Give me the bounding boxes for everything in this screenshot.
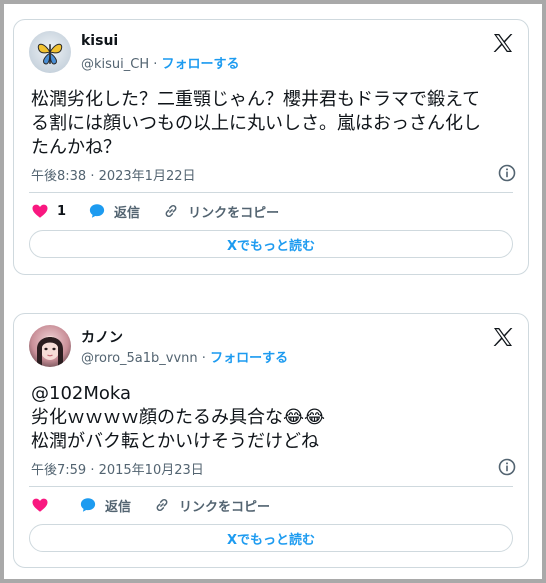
reply-label: 返信 [105,499,132,515]
tweet-card: kisui @kisui_CH · フォローする 松潤劣化した？二重顎じゃん？櫻… [13,19,529,275]
reply-bubble-icon [89,204,105,218]
reply-bubble-icon [80,498,96,512]
author-name[interactable]: kisui [81,33,118,49]
action-bar: 返信 リンクをコピー [31,494,511,516]
avatar[interactable] [29,31,71,73]
profile-photo [37,336,63,367]
avatar[interactable] [29,325,71,367]
tweet-text-line: 劣化ｗｗｗｗ顔のたるみ具合な😂😂 [31,407,326,428]
timestamp[interactable]: 午後7:59 · 2015年10月23日 [31,459,204,478]
copy-link-button[interactable]: リンクをコピー [153,496,270,515]
tweet-text-line: たんかね？ [31,137,121,158]
tweet-card: カノン @roro_5a1b_vvnn · フォローする @102Moka 劣化… [13,313,529,568]
reply-button[interactable]: 返信 [88,202,140,221]
x-logo-icon[interactable] [491,325,515,349]
divider [29,192,513,193]
info-icon[interactable] [497,457,517,477]
copy-link-button[interactable]: リンクをコピー [162,202,279,221]
author-handle[interactable]: @kisui_CH [81,57,149,72]
copy-link-label: リンクをコピー [179,499,271,515]
follow-button[interactable]: フォローする [210,351,288,366]
mention-link[interactable]: @102Moka [31,382,510,406]
tweet-text-line: 松潤劣化した？二重顎じゃん？櫻井君もドラマで鍛えて [31,89,481,110]
read-more-button[interactable]: Xでもっと読む [29,524,513,552]
copy-link-label: リンクをコピー [188,205,280,221]
reply-label: 返信 [114,205,141,221]
separator: · [201,351,206,366]
author-name[interactable]: カノン [81,327,123,347]
heart-icon [32,498,48,512]
reply-button[interactable]: 返信 [79,496,131,515]
like-button[interactable] [31,496,57,514]
butterfly-icon [37,43,63,65]
author-handle-line: @kisui_CH · フォローする [81,53,240,72]
timestamp[interactable]: 午後8:38 · 2023年1月22日 [31,165,196,184]
read-more-button[interactable]: Xでもっと読む [29,230,513,258]
heart-icon [32,204,48,218]
tweet-text: @102Moka 劣化ｗｗｗｗ顔のたるみ具合な😂😂 松潤がバク転とかいけそうだけ… [31,382,510,454]
author-handle-line: @roro_5a1b_vvnn · フォローする [81,347,288,366]
tweet-text: 松潤劣化した？二重顎じゃん？櫻井君もドラマで鍛えて る割には顔いつもの以上に丸い… [31,88,510,160]
tweet-text-line: 松潤がバク転とかいけそうだけどね [31,431,319,452]
like-count: 1 [57,203,67,219]
x-logo-icon[interactable] [491,31,515,55]
link-icon [156,499,168,511]
like-button[interactable]: 1 [31,202,66,220]
separator: · [153,57,158,72]
link-icon [165,205,177,217]
tweet-text-line: る割には顔いつもの以上に丸いしさ。嵐はおっさん化し [31,113,481,134]
info-icon[interactable] [497,163,517,183]
author-handle[interactable]: @roro_5a1b_vvnn [81,351,198,366]
follow-button[interactable]: フォローする [162,57,240,72]
divider [29,486,513,487]
action-bar: 1 返信 リンクをコピー [31,200,511,222]
